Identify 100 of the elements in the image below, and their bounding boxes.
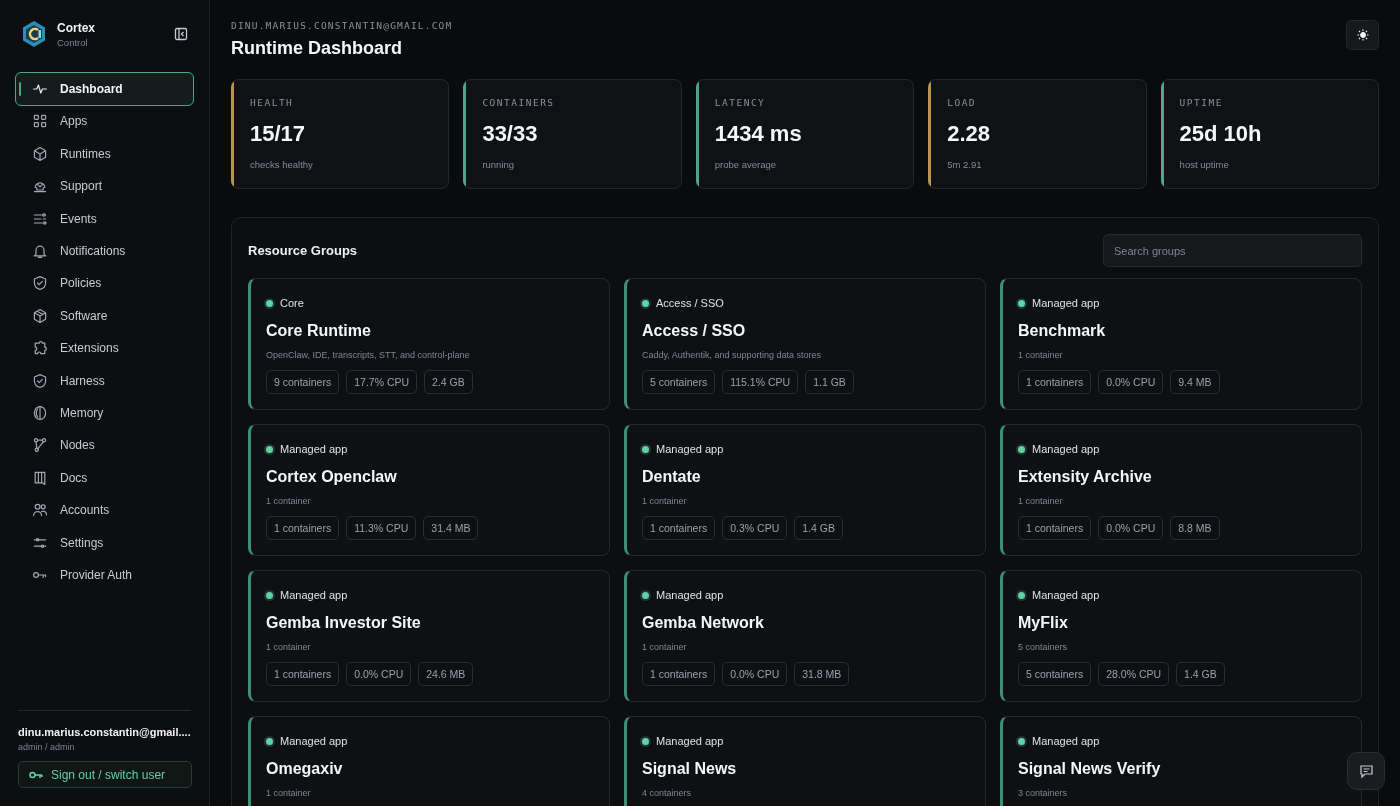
metric-chip: 1 containers [642, 662, 716, 686]
nav-item[interactable]: Accounts [15, 493, 194, 528]
nav-item[interactable]: Nodes [15, 428, 194, 463]
group-card[interactable]: Managed app Benchmark 1 container 1 containers 0.0% CPU 9.4 MB [1000, 278, 1362, 410]
metric-chip: 5 containers [642, 370, 716, 394]
stat-label: UPTIME [1179, 97, 1224, 108]
chat-icon [1358, 763, 1374, 779]
group-name: Signal News [642, 760, 738, 778]
metric-chip: 31.4 MB [423, 516, 479, 540]
stat-caption: checks healthy [250, 159, 314, 170]
group-description: 1 container [1018, 350, 1064, 360]
metric-chip: 1 containers [266, 516, 340, 540]
user-role: admin / admin [17, 742, 76, 752]
metric-chip: 8.8 MB [1170, 516, 1220, 540]
metric-chip: 1 containers [1018, 370, 1092, 394]
nav-item[interactable]: Apps [15, 104, 194, 139]
group-card[interactable]: Managed app Gemba Network 1 container 1 containers 0.0% CPU 31.8 MB [624, 570, 986, 702]
nav-item[interactable]: Support [15, 169, 194, 204]
metric-chip: 24.6 MB [418, 662, 474, 686]
stat-label: LATENCY [714, 97, 767, 108]
group-description: 1 container [266, 788, 312, 798]
nav-item[interactable]: Dashboard [15, 72, 194, 106]
stat-caption: 5m 2.91 [947, 159, 983, 170]
logo-icon [21, 20, 47, 48]
nav-item[interactable]: Harness [15, 363, 194, 398]
nav-item[interactable]: Events [15, 201, 194, 236]
nav-item[interactable]: Docs [15, 460, 194, 495]
stat-caption: probe average [714, 159, 778, 170]
nav-item[interactable]: Settings [15, 525, 194, 560]
metric-chip: 5 containers [1018, 662, 1092, 686]
group-description: 4 containers [642, 788, 693, 798]
group-description: 5 containers [1018, 642, 1069, 652]
page-title: Runtime Dashboard [231, 38, 404, 59]
metric-chip: 115.1% CPU [722, 370, 799, 394]
group-tag: Managed app [1032, 443, 1100, 455]
stat-value: 15/17 [250, 121, 307, 147]
nav-item[interactable]: Extensions [15, 331, 194, 366]
group-card[interactable]: Access / SSO Access / SSO Caddy, Authentik, and supporting data stores 5 containers 115.1% CPU 1.1 GB [624, 278, 986, 410]
metric-chip: 1 containers [642, 516, 716, 540]
brand-subtitle: Control [57, 36, 89, 48]
book-icon [32, 469, 48, 486]
stat-label: LOAD [947, 97, 978, 108]
metric-chip: 31.8 MB [794, 662, 850, 686]
group-description: Caddy, Authentik, and supporting data stores [642, 350, 822, 360]
nodes-icon [32, 437, 48, 454]
package-icon [32, 307, 48, 324]
group-tag: Managed app [1032, 735, 1100, 747]
group-card[interactable]: Managed app Extensity Archive 1 container 1 containers 0.0% CPU 8.8 MB [1000, 424, 1362, 556]
metric-chip: 0.3% CPU [722, 516, 788, 540]
stat-value: 33/33 [482, 121, 539, 147]
stat-label: CONTAINERS [482, 97, 556, 108]
theme-toggle-button[interactable] [1346, 20, 1379, 50]
group-tag: Managed app [280, 735, 348, 747]
bell-icon [32, 243, 48, 260]
metric-chip: 0.0% CPU [1098, 516, 1164, 540]
group-description: 1 container [642, 496, 688, 506]
sun-icon [1356, 29, 1369, 41]
group-tag: Managed app [656, 589, 724, 601]
group-card[interactable]: Managed app Dentate 1 container 1 containers 0.3% CPU 1.4 GB [624, 424, 986, 556]
chat-button[interactable] [1347, 752, 1385, 790]
group-card[interactable]: Managed app MyFlix 5 containers 5 containers 28.0% CPU 1.4 GB [1000, 570, 1362, 702]
group-name: Extensity Archive [1018, 468, 1153, 486]
nav-item[interactable]: Software [15, 298, 194, 333]
metric-chip: 1 containers [266, 662, 340, 686]
metric-chip: 1.4 GB [794, 516, 843, 540]
collapse-sidebar-icon[interactable] [174, 27, 188, 41]
group-name: Gemba Investor Site [266, 614, 422, 632]
group-tag: Managed app [280, 443, 348, 455]
group-name: Signal News Verify [1018, 760, 1162, 778]
nav-item[interactable]: Policies [15, 266, 194, 301]
pulse-icon [32, 81, 48, 97]
group-tag: Access / SSO [656, 297, 724, 309]
group-card[interactable]: Managed app Cortex Openclaw 1 container 1 containers 11.3% CPU 31.4 MB [248, 424, 610, 556]
puzzle-icon [32, 340, 48, 357]
metric-chip: 0.0% CPU [722, 662, 788, 686]
group-description: 1 container [266, 496, 312, 506]
nav-item[interactable]: Provider Auth [15, 558, 194, 593]
group-name: Access / SSO [642, 322, 747, 340]
search-field[interactable]: Search groups [1103, 234, 1362, 267]
group-tag: Managed app [656, 735, 724, 747]
group-description: 1 container [642, 642, 688, 652]
sign-out-button[interactable]: Sign out / switch user [18, 761, 192, 788]
nav-item[interactable]: Memory [15, 396, 194, 431]
group-name: Omegaxiv [266, 760, 344, 778]
group-card[interactable]: Managed app Signal News 4 containers [624, 716, 986, 806]
stat-caption: host uptime [1179, 159, 1230, 170]
group-card[interactable]: Managed app Signal News Verify 3 containers [1000, 716, 1362, 806]
group-card[interactable]: Managed app Omegaxiv 1 container [248, 716, 610, 806]
group-card[interactable]: Managed app Gemba Investor Site 1 container 1 containers 0.0% CPU 24.6 MB [248, 570, 610, 702]
metric-chip: 1.4 GB [1176, 662, 1225, 686]
panel-title: Resource Groups [248, 243, 358, 258]
metric-chip: 1.1 GB [805, 370, 854, 394]
group-tag: Core [280, 297, 304, 309]
metric-chip: 0.0% CPU [346, 662, 412, 686]
nav-item[interactable]: Notifications [15, 234, 194, 269]
group-card[interactable]: Core Core Runtime OpenClaw, IDE, transcripts, STT, and control-plane 9 containers 17.7% CPU 2.4 GB [248, 278, 610, 410]
nav-item[interactable]: Runtimes [15, 136, 194, 171]
group-tag: Managed app [1032, 297, 1100, 309]
group-name: MyFlix [1018, 614, 1069, 632]
group-name: Gemba Network [642, 614, 765, 632]
